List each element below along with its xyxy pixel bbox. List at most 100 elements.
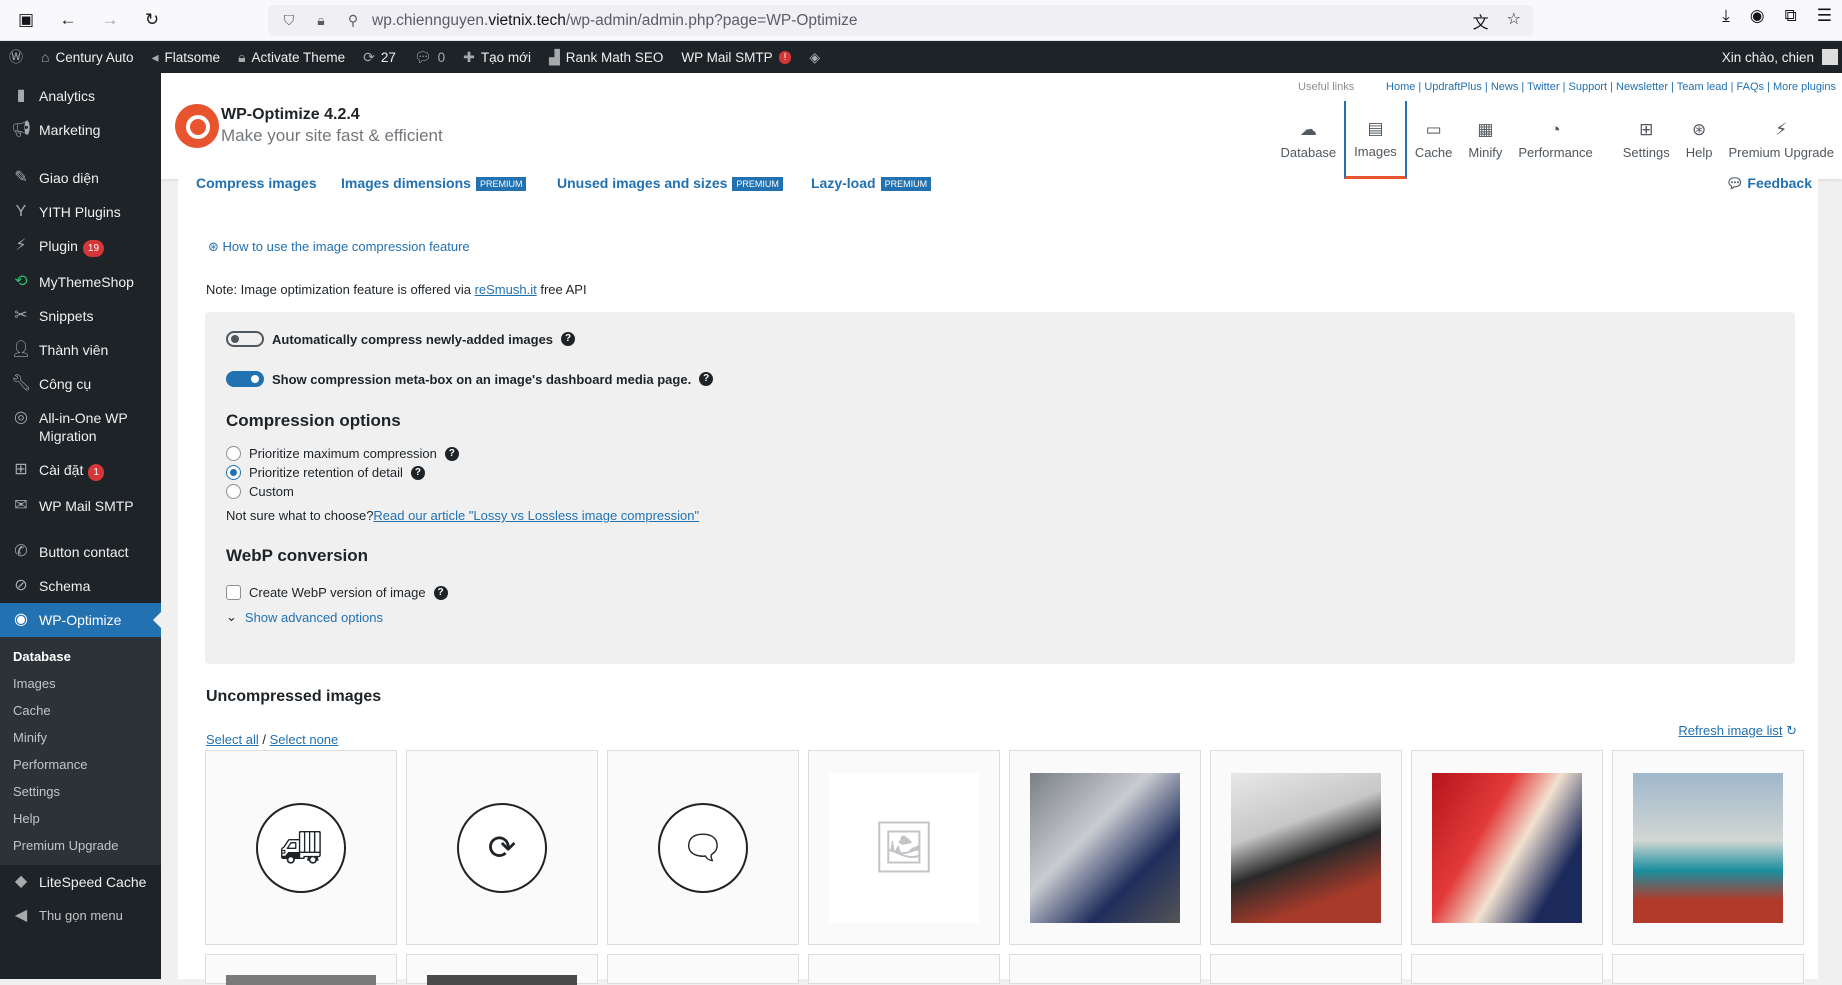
refresh-image-list[interactable]: Refresh image list ↻: [1678, 723, 1797, 739]
nav-minify[interactable]: ▦Minify: [1460, 101, 1510, 179]
submenu-minify[interactable]: Minify: [0, 724, 161, 751]
image-card[interactable]: 🖼︎: [808, 750, 1000, 945]
nav-performance[interactable]: ◔Performance: [1510, 101, 1600, 179]
help-icon[interactable]: ?: [699, 372, 713, 386]
menu-marketing[interactable]: 📢︎Marketing: [0, 113, 161, 147]
help-icon[interactable]: ?: [445, 447, 459, 461]
submenu-performance[interactable]: Performance: [0, 751, 161, 778]
option-custom[interactable]: Custom: [226, 484, 294, 499]
back-icon[interactable]: ←: [52, 4, 84, 36]
feedback-link[interactable]: 💬︎ Feedback: [1726, 175, 1812, 192]
translate-icon[interactable]: 文: [1473, 9, 1489, 33]
menu-mythemeshop[interactable]: ⟲MyThemeShop: [0, 265, 161, 299]
extensions-icon[interactable]: ⧉: [1785, 6, 1797, 26]
menu-settings[interactable]: ⊞Cài đặt1: [0, 453, 161, 489]
bookmark-star-icon[interactable]: ☆: [1507, 9, 1521, 33]
activate-theme-link[interactable]: 🔒︎Activate Theme: [229, 41, 354, 73]
menu-tools[interactable]: 🔧︎Công cụ: [0, 367, 161, 401]
flatsome-link[interactable]: ◂Flatsome: [143, 41, 230, 73]
radio-retain[interactable]: [226, 465, 241, 480]
account-icon[interactable]: ◉: [1750, 6, 1765, 26]
link-faqs[interactable]: FAQs: [1737, 81, 1765, 93]
menu-migration[interactable]: ◎All-in-One WP Migration: [0, 401, 161, 453]
submenu-database[interactable]: Database: [0, 643, 161, 670]
help-icon[interactable]: ?: [411, 466, 425, 480]
wp-mail-smtp-link[interactable]: WP Mail SMTP!: [672, 41, 800, 73]
image-card[interactable]: ⟳: [406, 750, 598, 945]
menu-wp-optimize[interactable]: ◉WP-Optimize: [0, 603, 161, 637]
menu-icon[interactable]: ☰: [1817, 6, 1832, 26]
tab-compress-images[interactable]: Compress images: [196, 175, 317, 191]
tab-unused-images[interactable]: Unused images and sizesPREMIUM: [557, 175, 783, 191]
menu-snippets[interactable]: ✂Snippets: [0, 299, 161, 333]
menu-appearance[interactable]: ✎Giao diện: [0, 161, 161, 195]
advanced-options-toggle[interactable]: ⌄Show advanced options: [226, 609, 383, 625]
radio-max[interactable]: [226, 446, 241, 461]
metabox-toggle[interactable]: [226, 371, 264, 387]
submenu-images[interactable]: Images: [0, 670, 161, 697]
image-card[interactable]: [607, 954, 799, 984]
submenu-help[interactable]: Help: [0, 805, 161, 832]
tab-lazy-load[interactable]: Lazy-loadPREMIUM: [811, 175, 931, 191]
submenu-premium[interactable]: Premium Upgrade: [0, 832, 161, 859]
select-none-link[interactable]: Select none: [270, 732, 339, 747]
radio-custom[interactable]: [226, 484, 241, 499]
my-account[interactable]: Xin chào, chien: [1722, 41, 1842, 73]
menu-analytics[interactable]: ▮Analytics: [0, 79, 161, 113]
select-all-link[interactable]: Select all: [206, 732, 259, 747]
menu-schema[interactable]: ⊘Schema: [0, 569, 161, 603]
image-card[interactable]: [1411, 954, 1603, 984]
option-retain-detail[interactable]: Prioritize retention of detail?: [226, 465, 425, 480]
updates-link[interactable]: ⟳27: [354, 41, 405, 73]
nav-help[interactable]: ⊛Help: [1678, 101, 1721, 179]
webp-option[interactable]: Create WebP version of image?: [226, 585, 448, 600]
image-card[interactable]: [1009, 750, 1201, 945]
nav-cache[interactable]: ▭Cache: [1407, 101, 1461, 179]
menu-wp-mail-smtp[interactable]: ✉WP Mail SMTP: [0, 489, 161, 523]
link-twitter[interactable]: Twitter: [1527, 81, 1559, 93]
nav-premium-upgrade[interactable]: ⚡︎Premium Upgrade: [1721, 101, 1842, 179]
comments-link[interactable]: 💬︎0: [405, 41, 454, 73]
tab-images-dimensions[interactable]: Images dimensionsPREMIUM: [341, 175, 526, 191]
rank-math-link[interactable]: ▟Rank Math SEO: [540, 41, 672, 73]
image-card[interactable]: [1612, 750, 1804, 945]
help-icon[interactable]: ?: [434, 586, 448, 600]
menu-plugins[interactable]: ⚡︎Plugin19: [0, 229, 161, 265]
menu-litespeed[interactable]: ◆LiteSpeed Cache: [0, 865, 161, 899]
image-card[interactable]: [406, 954, 598, 984]
link-more-plugins[interactable]: More plugins: [1773, 81, 1836, 93]
link-newsletter[interactable]: Newsletter: [1616, 81, 1668, 93]
nav-settings[interactable]: ⊞Settings: [1615, 101, 1678, 179]
webp-checkbox[interactable]: [226, 585, 241, 600]
link-home[interactable]: Home: [1386, 81, 1415, 93]
menu-yith[interactable]: YYITH Plugins: [0, 195, 161, 229]
howto-link[interactable]: ⊛ How to use the image compression featu…: [208, 239, 470, 255]
image-card[interactable]: [1612, 954, 1804, 984]
image-card[interactable]: [1210, 954, 1402, 984]
wp-logo[interactable]: Ⓦ: [0, 41, 32, 73]
option-max-compression[interactable]: Prioritize maximum compression?: [226, 446, 459, 461]
submenu-cache[interactable]: Cache: [0, 697, 161, 724]
url-bar[interactable]: ⛉ 🔒︎ ⚲ wp.chiennguyen.vietnix.tech/wp-ad…: [268, 5, 1533, 36]
image-card[interactable]: [205, 954, 397, 984]
collapse-menu[interactable]: ◀Thu gọn menu: [0, 899, 161, 933]
image-card[interactable]: [808, 954, 1000, 984]
diamond-link[interactable]: ◈: [800, 41, 829, 73]
sidebar-toggle-icon[interactable]: ▣: [10, 4, 42, 36]
image-card[interactable]: 🗨︎: [607, 750, 799, 945]
reload-icon[interactable]: ↻: [136, 4, 168, 36]
nav-images[interactable]: ▤Images: [1344, 101, 1407, 179]
image-card[interactable]: 🚚︎: [205, 750, 397, 945]
link-team-lead[interactable]: Team lead: [1677, 81, 1728, 93]
resmush-link[interactable]: reSmush.it: [475, 282, 537, 297]
download-icon[interactable]: ⤓: [1722, 6, 1730, 26]
site-name-link[interactable]: ⌂Century Auto: [32, 41, 143, 73]
link-news[interactable]: News: [1491, 81, 1519, 93]
new-content-link[interactable]: ✚Tạo mới: [454, 41, 540, 73]
menu-button-contact[interactable]: ✆Button contact: [0, 535, 161, 569]
nav-database[interactable]: ☁Database: [1273, 101, 1345, 179]
link-updraftplus[interactable]: UpdraftPlus: [1424, 81, 1481, 93]
help-icon[interactable]: ?: [561, 332, 575, 346]
auto-compress-toggle[interactable]: [226, 331, 264, 347]
menu-users[interactable]: 👤︎Thành viên: [0, 333, 161, 367]
